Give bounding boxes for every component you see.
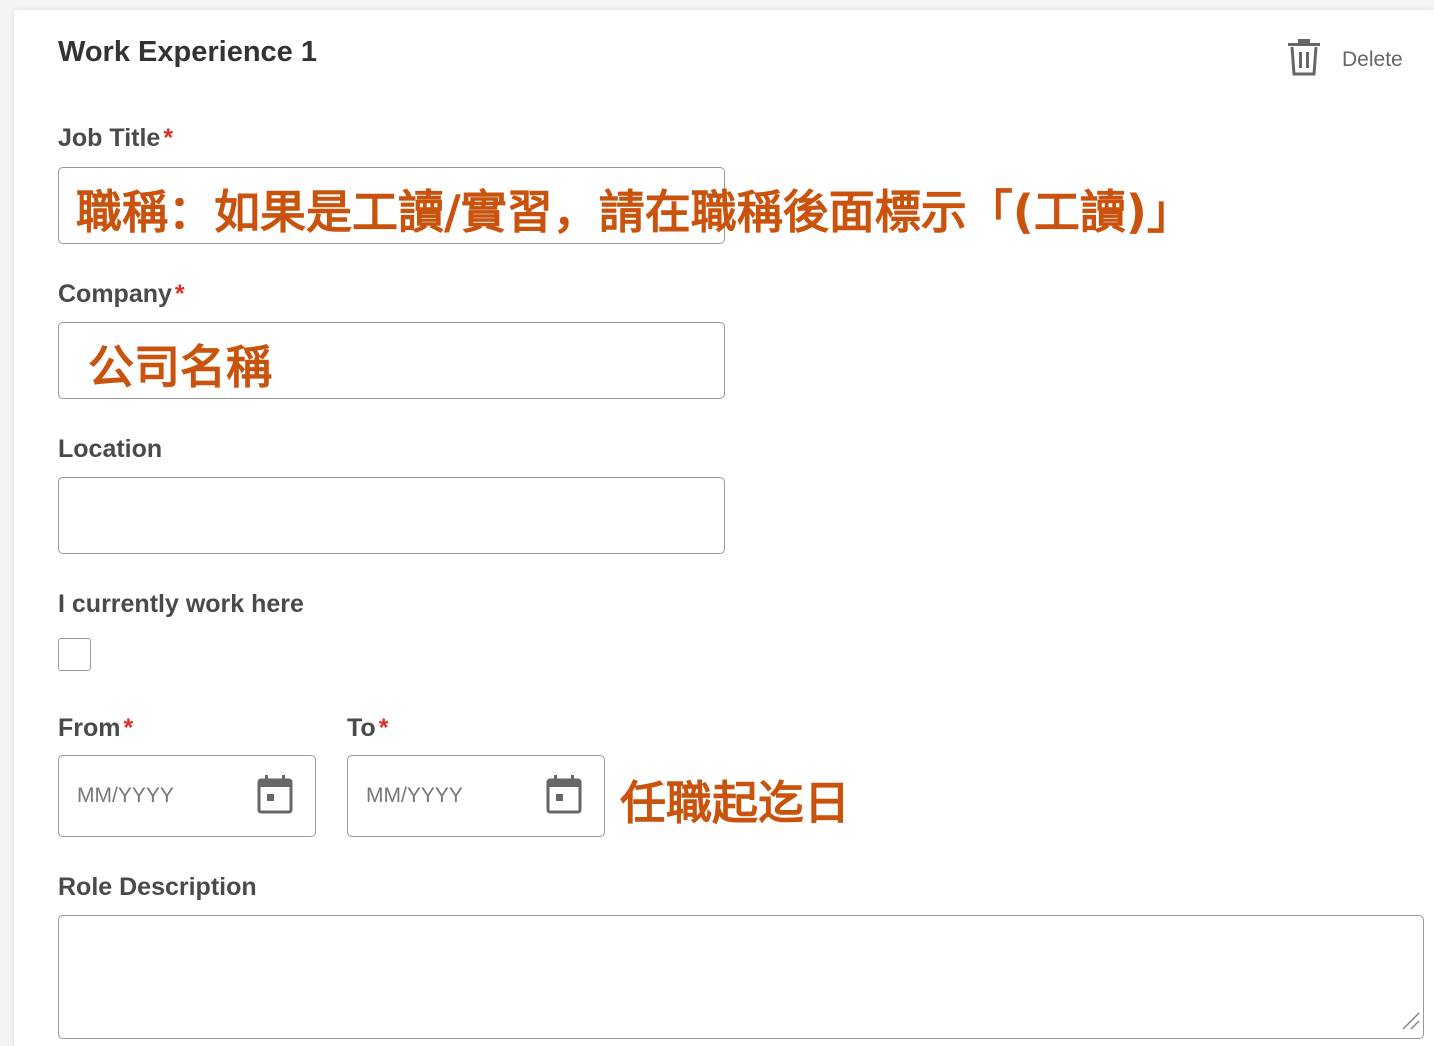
company-annotation: 公司名稱 bbox=[88, 340, 272, 394]
currently-work-here-label: I currently work here bbox=[58, 590, 304, 618]
required-mark: * bbox=[123, 714, 134, 742]
location-field[interactable] bbox=[58, 477, 725, 554]
to-date-field[interactable] bbox=[347, 755, 605, 837]
required-mark: * bbox=[378, 714, 389, 742]
resize-handle-icon[interactable] bbox=[1399, 1009, 1421, 1036]
to-label: To * bbox=[347, 714, 388, 743]
from-label: From * bbox=[58, 714, 133, 743]
role-description-textarea[interactable] bbox=[58, 915, 1424, 1039]
trash-icon bbox=[1286, 38, 1322, 81]
company-label: Company * bbox=[58, 280, 185, 309]
required-mark: * bbox=[163, 124, 174, 152]
job-title-annotation: 職稱：如果是工讀/實習，請在職稱後面標示「(工讀)」 bbox=[76, 185, 1193, 239]
location-input[interactable] bbox=[59, 478, 724, 553]
job-title-label: Job Title * bbox=[58, 124, 173, 153]
from-label-text: From bbox=[58, 714, 121, 742]
delete-label: Delete bbox=[1342, 47, 1403, 71]
from-date-field[interactable] bbox=[58, 755, 316, 837]
job-title-label-text: Job Title bbox=[58, 124, 161, 152]
delete-button[interactable]: Delete bbox=[1286, 38, 1403, 81]
calendar-icon[interactable] bbox=[257, 774, 293, 819]
date-annotation: 任職起迄日 bbox=[620, 776, 850, 830]
required-mark: * bbox=[174, 280, 185, 308]
to-label-text: To bbox=[347, 714, 376, 742]
currently-work-here-checkbox[interactable] bbox=[58, 638, 91, 671]
location-label: Location bbox=[58, 435, 163, 463]
company-label-text: Company bbox=[58, 280, 172, 308]
role-description-label: Role Description bbox=[58, 873, 257, 901]
calendar-icon[interactable] bbox=[546, 774, 582, 819]
section-title: Work Experience 1 bbox=[58, 36, 317, 68]
